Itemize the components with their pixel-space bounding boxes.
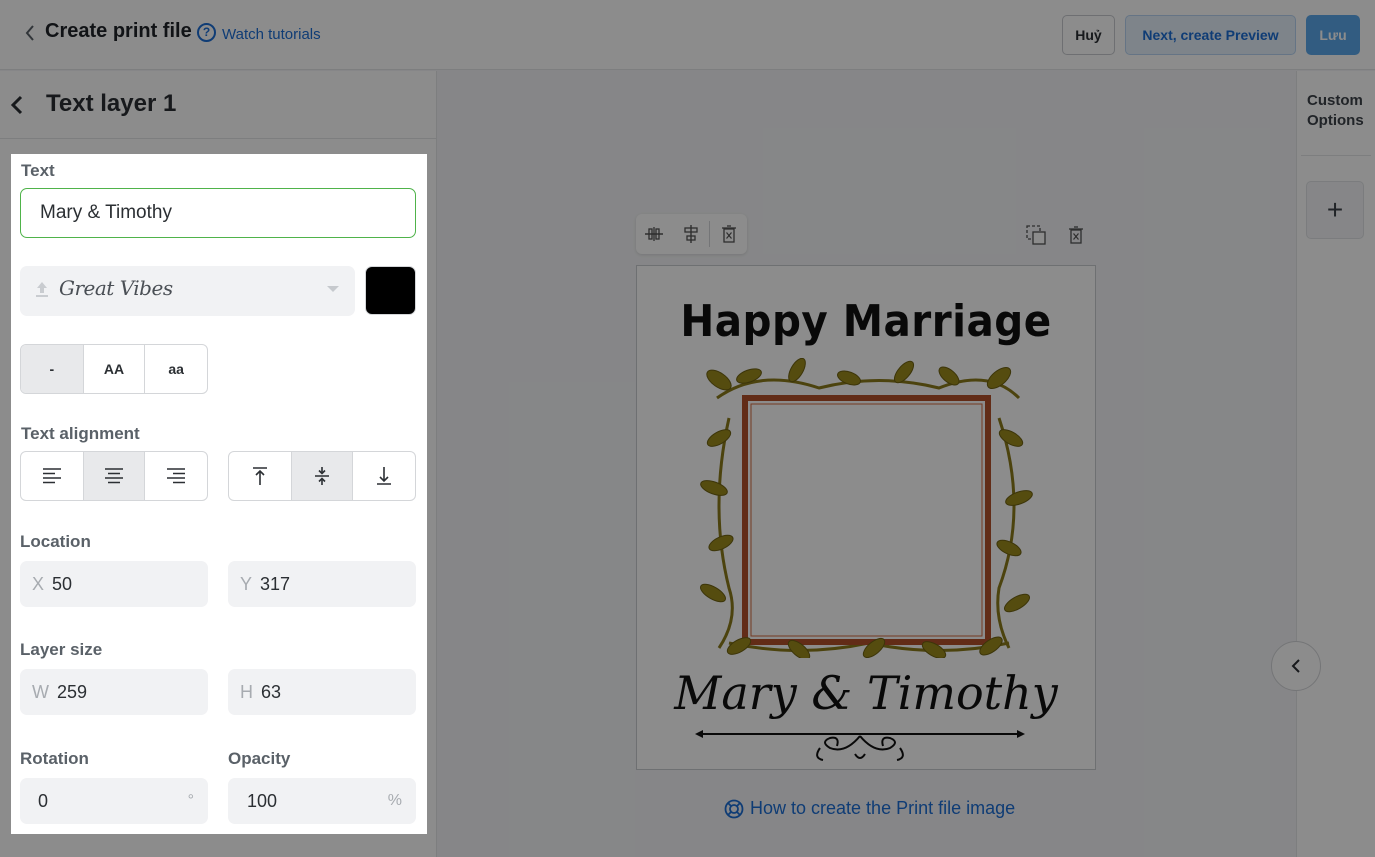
cancel-button[interactable]: Huỷ: [1062, 15, 1115, 55]
layer-header: Text layer 1: [0, 71, 437, 139]
w-prefix: W: [32, 681, 49, 702]
opacity-label: Opacity: [228, 749, 291, 768]
rotation-label: Rotation: [20, 749, 89, 768]
design-names-text[interactable]: Mary & Timothy: [637, 666, 1095, 720]
align-left-icon[interactable]: [21, 452, 84, 500]
align-top-icon[interactable]: [229, 452, 292, 500]
location-label: Location: [20, 532, 91, 551]
rotation-value: 0: [38, 790, 49, 811]
opacity-input[interactable]: 100 %: [228, 778, 416, 824]
vertical-alignment-group: [228, 451, 416, 501]
center-vertical-icon[interactable]: [673, 214, 710, 254]
horizontal-alignment-group: [20, 451, 208, 501]
flourish-ornament: [695, 730, 1025, 761]
howto-text: How to create the Print file image: [750, 798, 1016, 818]
center-horizontal-icon[interactable]: [636, 214, 673, 254]
align-middle-icon[interactable]: [291, 452, 354, 500]
layer-toolbar: [636, 214, 747, 254]
help-icon[interactable]: ?: [197, 23, 216, 42]
align-right-icon[interactable]: [145, 452, 207, 500]
top-bar: Create print file ? Watch tutorials Huỷ …: [0, 0, 1375, 70]
h-prefix: H: [240, 681, 253, 702]
x-prefix: X: [32, 573, 45, 594]
divider: [1301, 155, 1371, 156]
align-center-icon[interactable]: [83, 452, 146, 500]
page-title: Create print file: [45, 20, 192, 42]
design-title-text[interactable]: Happy Marriage: [655, 296, 1076, 347]
percent-unit: %: [387, 792, 402, 809]
text-label: Text: [21, 161, 55, 180]
chevron-down-icon: [327, 286, 339, 292]
location-y-input[interactable]: Y 317: [228, 561, 416, 607]
w-value: 259: [57, 681, 88, 702]
h-value: 63: [261, 681, 282, 702]
text-input[interactable]: Mary & Timothy: [20, 188, 416, 238]
collapse-panel-button[interactable]: [1271, 641, 1321, 691]
rotation-input[interactable]: 0 °: [20, 778, 208, 824]
layer-size-label: Layer size: [20, 640, 103, 659]
print-area-canvas[interactable]: Happy Marriage Mary & Timothy: [636, 265, 1096, 770]
opacity-value: 100: [247, 790, 278, 811]
delete-all-icon[interactable]: [1063, 222, 1089, 248]
font-color-swatch[interactable]: [365, 266, 416, 315]
y-prefix: Y: [240, 573, 253, 594]
size-w-input[interactable]: W 259: [20, 669, 208, 715]
plus-icon: +: [1326, 194, 1344, 225]
chevron-left-icon: [1291, 659, 1300, 673]
font-name: Great Vibes: [59, 276, 173, 300]
custom-options-label: Custom Options: [1307, 92, 1364, 129]
font-select[interactable]: Great Vibes: [20, 266, 355, 316]
watch-tutorials-link[interactable]: Watch tutorials: [222, 26, 321, 43]
case-none-button[interactable]: -: [21, 345, 84, 393]
y-value: 317: [260, 573, 291, 594]
delete-icon[interactable]: [710, 214, 747, 254]
layer-title: Text layer 1: [46, 90, 177, 117]
leaf-frame-image[interactable]: [699, 358, 1034, 658]
save-button[interactable]: Lưu: [1306, 15, 1360, 55]
align-bottom-icon[interactable]: [353, 452, 415, 500]
x-value: 50: [52, 573, 73, 594]
size-h-input[interactable]: H 63: [228, 669, 416, 715]
degree-unit: °: [187, 792, 194, 809]
add-custom-option-button[interactable]: +: [1306, 181, 1364, 239]
case-lower-button[interactable]: aa: [145, 345, 207, 393]
next-create-preview-button[interactable]: Next, create Preview: [1125, 15, 1296, 55]
howto-print-file-link[interactable]: How to create the Print file image: [724, 798, 1015, 819]
custom-options-panel: Custom Options +: [1296, 71, 1375, 857]
lifebuoy-icon: [724, 799, 744, 818]
location-x-input[interactable]: X 50: [20, 561, 208, 607]
upload-icon: [36, 282, 48, 297]
case-upper-button[interactable]: AA: [84, 345, 146, 393]
text-case-toggle: - AA aa: [20, 344, 208, 394]
back-chevron-icon[interactable]: [22, 22, 40, 44]
text-alignment-label: Text alignment: [21, 424, 140, 443]
duplicate-icon[interactable]: [1023, 222, 1049, 248]
back-chevron-icon[interactable]: [8, 93, 26, 117]
